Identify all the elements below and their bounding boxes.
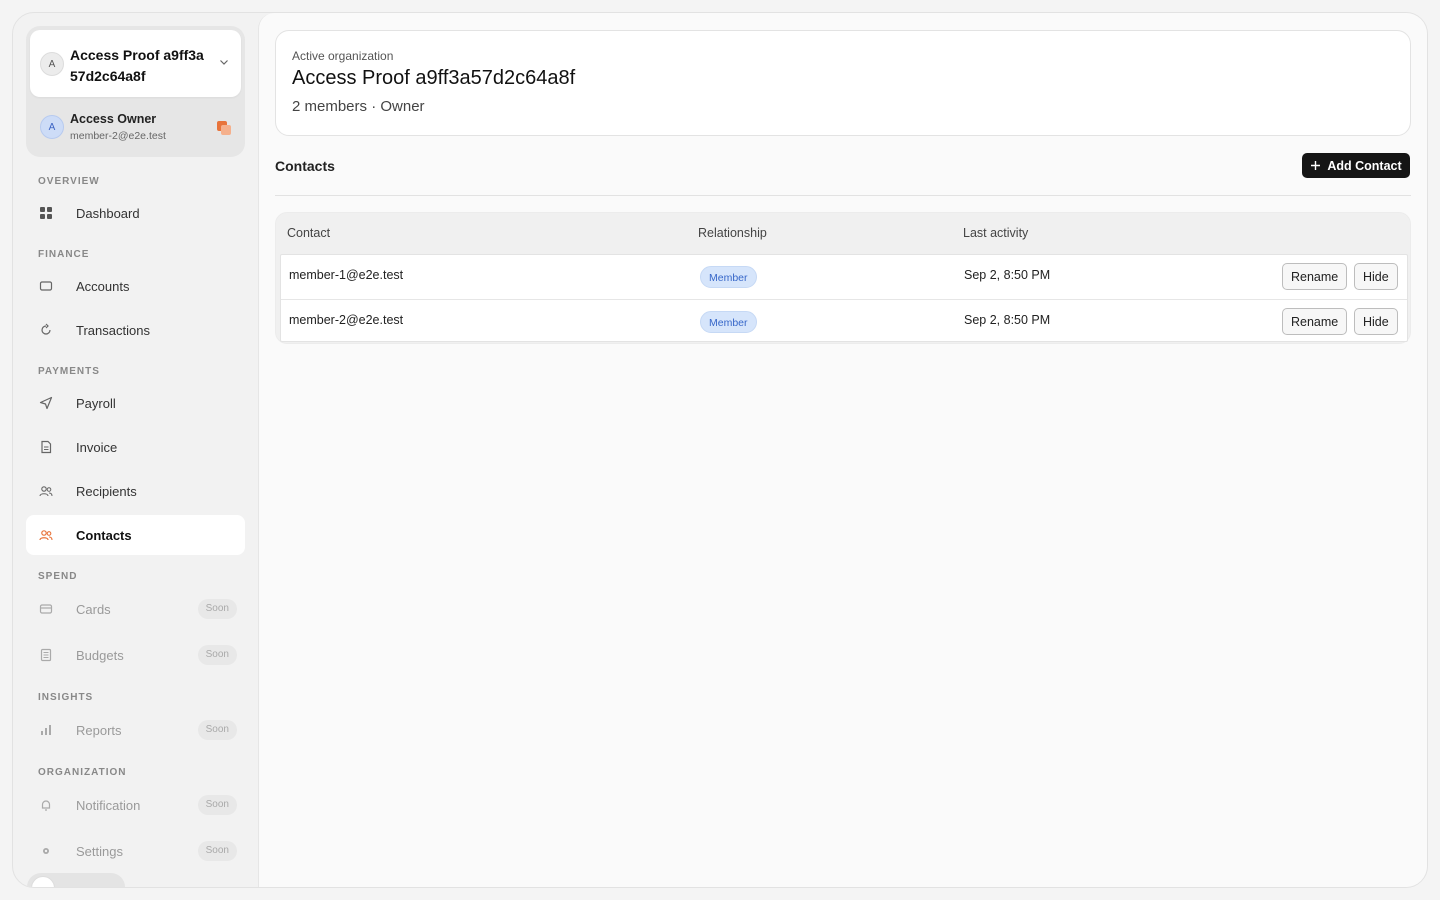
page-title: Access Proof a9ff3a57d2c64a8f <box>292 67 576 89</box>
column-header-contact: Contact <box>287 226 331 240</box>
document-icon <box>41 440 52 454</box>
wallet-icon <box>39 281 53 291</box>
bar-chart-icon <box>41 725 51 735</box>
rename-button[interactable]: Rename <box>1282 308 1348 335</box>
sidebar-item-contacts[interactable]: Contacts <box>26 515 245 555</box>
main-content: Active organization Access Proof a9ff3a5… <box>258 13 1427 887</box>
org-switcher[interactable]: A Access Proof a9ff3a57d2c64a8f <box>30 30 241 97</box>
sidebar-item-label: Settings <box>76 843 123 859</box>
org-summary: 2 members · Owner <box>292 98 425 115</box>
soon-badge: Soon <box>197 841 237 861</box>
hide-button[interactable]: Hide <box>1354 263 1398 290</box>
soon-badge: Soon <box>197 645 237 665</box>
contacts-table: Contact Relationship Last activity membe… <box>275 212 1411 344</box>
section-insights: INSIGHTS <box>38 692 94 703</box>
sidebar-item-cards[interactable]: Cards Soon <box>26 589 245 629</box>
ledger-icon <box>40 648 52 662</box>
sidebar-item-label: Dashboard <box>76 205 140 221</box>
gear-icon <box>43 848 49 854</box>
relationship-badge: Member <box>700 266 757 288</box>
table-row: member-1@e2e.test Member Sep 2, 8:50 PM … <box>281 255 1407 299</box>
sidebar-item-recipients[interactable]: Recipients <box>26 471 245 511</box>
hide-button[interactable]: Hide <box>1354 308 1398 335</box>
table-row: member-2@e2e.test Member Sep 2, 8:50 PM … <box>281 299 1407 343</box>
theme-toggle[interactable] <box>27 873 125 887</box>
org-card: A Access Proof a9ff3a57d2c64a8f A Access… <box>26 26 245 157</box>
send-icon <box>39 396 53 410</box>
sidebar-item-label: Transactions <box>76 322 150 338</box>
users-icon <box>39 486 53 497</box>
last-activity: Sep 2, 8:50 PM <box>964 268 1051 282</box>
user-avatar: A <box>40 115 64 139</box>
section-overview: OVERVIEW <box>38 176 100 187</box>
column-header-last-activity: Last activity <box>963 226 1029 240</box>
sidebar-item-accounts[interactable]: Accounts <box>26 266 245 306</box>
sidebar-item-label: Recipients <box>76 483 137 499</box>
plus-icon <box>1311 161 1321 170</box>
sidebar-item-dashboard[interactable]: Dashboard <box>26 193 245 233</box>
theme-toggle-knob <box>31 876 55 887</box>
contact-email: member-1@e2e.test <box>289 268 404 282</box>
refresh-icon <box>41 323 51 335</box>
user-email: member-2@e2e.test <box>70 130 166 142</box>
active-org-card: Active organization Access Proof a9ff3a5… <box>275 30 1411 136</box>
sidebar-item-notification[interactable]: Notification Soon <box>26 785 245 825</box>
add-contact-button[interactable]: Add Contact <box>1302 153 1410 178</box>
soon-badge: Soon <box>197 599 237 619</box>
section-organization: ORGANIZATION <box>38 767 127 778</box>
sidebar-item-label: Contacts <box>76 527 132 543</box>
sidebar-item-reports[interactable]: Reports Soon <box>26 710 245 750</box>
sidebar-item-label: Cards <box>76 601 111 617</box>
contact-email: member-2@e2e.test <box>289 313 404 327</box>
org-avatar: A <box>40 52 64 76</box>
contacts-title: Contacts <box>275 158 335 174</box>
active-org-label: Active organization <box>292 49 394 63</box>
sidebar-item-label: Notification <box>76 797 141 813</box>
user-name: Access Owner <box>70 112 157 126</box>
bell-icon <box>41 800 51 811</box>
soon-badge: Soon <box>197 720 237 740</box>
section-payments: PAYMENTS <box>38 366 100 377</box>
relationship-badge: Member <box>700 311 757 333</box>
sidebar-item-label: Invoice <box>76 439 118 455</box>
column-header-relationship: Relationship <box>698 226 767 240</box>
grid-icon <box>40 207 52 219</box>
sidebar-item-label: Budgets <box>76 647 124 663</box>
card-icon <box>39 604 53 614</box>
sidebar-item-label: Accounts <box>76 278 130 294</box>
sidebar-item-label: Reports <box>76 722 122 738</box>
sidebar: A Access Proof a9ff3a57d2c64a8f A Access… <box>13 13 258 887</box>
add-contact-label: Add Contact <box>1327 158 1402 173</box>
org-name: Access Proof a9ff3a57d2c64a8f <box>70 47 204 84</box>
last-activity: Sep 2, 8:50 PM <box>964 313 1051 327</box>
sidebar-item-budgets[interactable]: Budgets Soon <box>26 635 245 675</box>
table-body: member-1@e2e.test Member Sep 2, 8:50 PM … <box>280 254 1408 342</box>
sidebar-item-settings[interactable]: Settings Soon <box>26 831 245 871</box>
sidebar-item-invoice[interactable]: Invoice <box>26 427 245 467</box>
section-spend: SPEND <box>38 571 78 582</box>
app-window: A Access Proof a9ff3a57d2c64a8f A Access… <box>12 12 1428 888</box>
user-profile[interactable]: A Access Owner member-2@e2e.test <box>26 102 245 152</box>
divider <box>275 195 1411 196</box>
section-finance: FINANCE <box>38 249 90 260</box>
stack-badge-icon <box>217 121 231 135</box>
sidebar-item-label: Payroll <box>76 395 116 411</box>
soon-badge: Soon <box>197 795 237 815</box>
sidebar-item-transactions[interactable]: Transactions <box>26 310 245 350</box>
chevron-down-icon <box>220 60 228 65</box>
sidebar-item-payroll[interactable]: Payroll <box>26 383 245 423</box>
rename-button[interactable]: Rename <box>1282 263 1348 290</box>
users-icon <box>39 530 53 541</box>
